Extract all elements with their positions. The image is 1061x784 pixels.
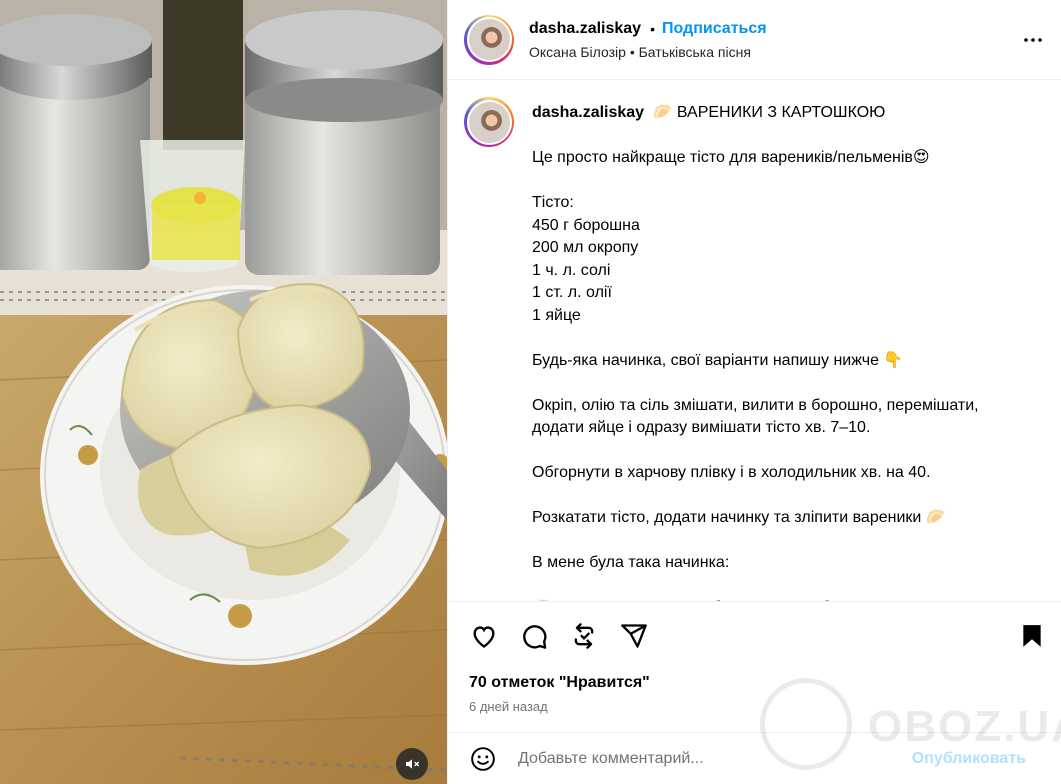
comment-bar: Опубликовать	[448, 732, 1061, 784]
caption-line: 1 ст. л. олії	[532, 284, 612, 301]
caption-username[interactable]: dasha.zaliskay	[532, 104, 644, 121]
repost-icon	[574, 623, 594, 649]
post-timestamp[interactable]: 6 дней назад	[469, 699, 548, 714]
comment-icon	[523, 625, 547, 649]
action-bar	[468, 620, 1048, 652]
caption-line: Розкатати тісто, додати начинку та зліпи…	[532, 509, 946, 526]
caption-area[interactable]: dasha.zaliskay 🥟 ВАРЕНИКИ З КАРТОШКОЮ Це…	[448, 81, 1061, 601]
caption-avatar[interactable]	[464, 97, 514, 147]
caption-line	[532, 170, 1032, 193]
dumplings-photo	[0, 0, 447, 784]
emoji-button[interactable]	[468, 744, 498, 774]
comment-input[interactable]	[518, 750, 918, 768]
caption-line: В мене була така начинка:	[532, 554, 730, 571]
like-button[interactable]	[468, 620, 500, 652]
emoji-smile-icon	[471, 747, 495, 771]
post-media[interactable]	[0, 0, 447, 784]
mute-button[interactable]	[396, 748, 428, 780]
post-footer: 70 отметок "Нравится" 6 дней назад Опубл…	[448, 601, 1061, 784]
caption-line	[532, 485, 1032, 508]
caption-line	[532, 372, 1032, 395]
audio-track[interactable]: Оксана Білозір • Батьківська пісня	[529, 44, 767, 60]
bookmark-icon	[1023, 625, 1041, 647]
share-icon	[621, 624, 647, 648]
caption-line	[532, 327, 1032, 350]
caption-text: dasha.zaliskay 🥟 ВАРЕНИКИ З КАРТОШКОЮ Це…	[532, 97, 1032, 601]
heart-icon	[473, 626, 495, 648]
caption-lines: Це просто найкраще тісто для вареників/п…	[532, 147, 1032, 601]
caption-line: Це просто найкраще тісто для вареників/п…	[532, 149, 930, 166]
caption-line: 1 яйце	[532, 306, 581, 324]
caption-line: Будь-яка начинка, свої варіанти напишу н…	[532, 351, 904, 369]
author-username[interactable]: dasha.zaliskay	[529, 20, 641, 38]
author-avatar[interactable]	[464, 14, 514, 65]
save-button[interactable]	[1016, 620, 1048, 652]
more-horizontal-icon	[1024, 38, 1042, 42]
header-separator: •	[650, 20, 655, 37]
repost-button[interactable]	[568, 620, 600, 652]
share-button[interactable]	[618, 620, 650, 652]
caption-title: 🥟 ВАРЕНИКИ З КАРТОШКОЮ	[652, 104, 886, 121]
likes-count[interactable]: 70 отметок "Нравится"	[469, 674, 650, 692]
caption-line	[532, 440, 1032, 463]
follow-button[interactable]: Подписаться	[662, 20, 767, 38]
instagram-post-modal: dasha.zaliskay • Подписаться Оксана Біло…	[0, 0, 1061, 784]
caption-line: Окріп, олію та сіль змішати, вилити в бо…	[532, 396, 979, 414]
more-options-button[interactable]	[1019, 26, 1047, 54]
caption-line	[532, 530, 1032, 553]
caption-line: Обгорнути в харчову плівку і в холодильн…	[532, 464, 931, 481]
post-sidebar: dasha.zaliskay • Подписаться Оксана Біло…	[447, 0, 1061, 784]
caption-line	[532, 575, 1032, 598]
caption-line: Тісто:	[532, 194, 574, 211]
caption-line: 200 мл окропу	[532, 239, 639, 256]
caption-line: додати яйце і одразу вимішати тісто хв. …	[532, 419, 871, 436]
comment-button[interactable]	[518, 620, 550, 652]
post-header: dasha.zaliskay • Подписаться Оксана Біло…	[448, 0, 1061, 80]
speaker-muted-icon	[406, 759, 420, 769]
publish-button[interactable]: Опубликовать	[912, 750, 1026, 768]
caption-line: 1 ч. л. солі	[532, 261, 611, 279]
caption-line: 450 г борошна	[532, 216, 640, 234]
